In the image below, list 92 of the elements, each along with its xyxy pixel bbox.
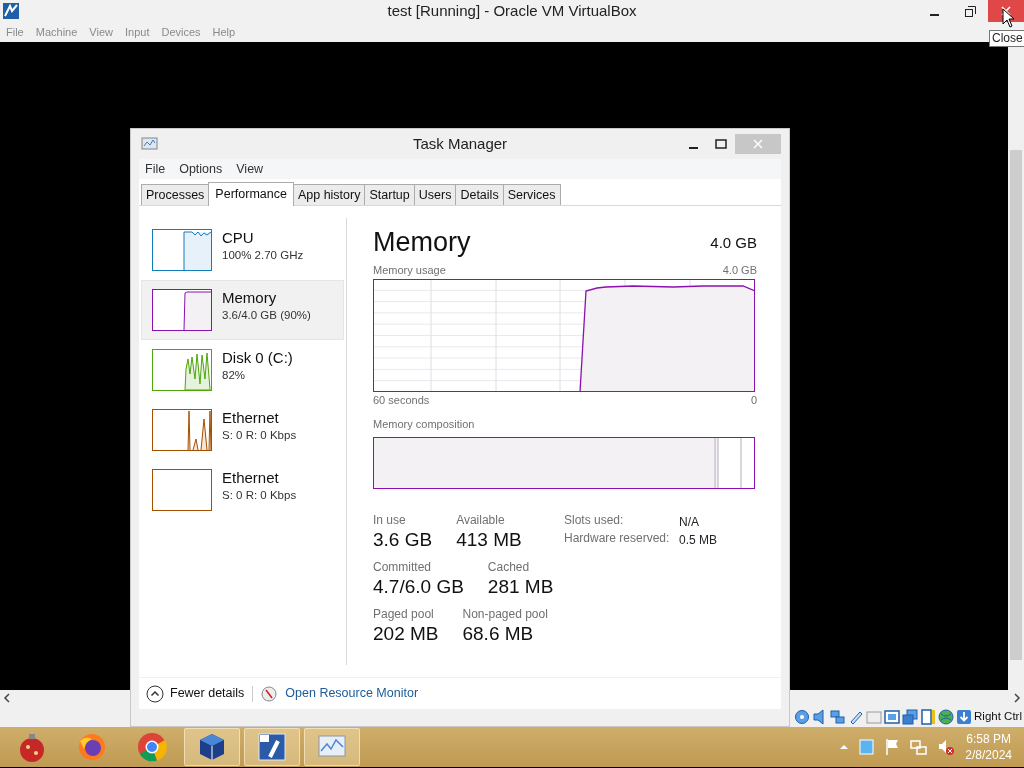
item-detail: 82% [222, 368, 247, 383]
fox-icon [76, 731, 108, 763]
fewer-details-button[interactable]: Fewer details [146, 684, 245, 703]
network-icon[interactable] [910, 738, 928, 756]
item-detail: S: 0 R: 0 Kbps [222, 488, 297, 503]
browser-icon [136, 731, 168, 763]
horizontal-scrollbar[interactable] [790, 690, 1024, 706]
menu-item[interactable]: Options [173, 159, 229, 179]
close-icon [753, 139, 763, 149]
stat-label: Paged pool [373, 606, 435, 622]
tab[interactable]: App history [292, 184, 366, 205]
info-value: N/A [679, 513, 699, 531]
scroll-right-icon[interactable] [1013, 693, 1021, 703]
stat-label: In use [373, 512, 407, 528]
menu-item[interactable]: View [230, 159, 270, 179]
sidebar-item[interactable]: CPU 100% 2.70 GHz [141, 220, 344, 280]
host-key-label: Right Ctrl [974, 708, 1022, 724]
stat-value: 413 MB [456, 527, 522, 552]
item-name: Ethernet [222, 409, 280, 427]
task-manager-icon [141, 136, 159, 152]
info-label: Slots used: [564, 512, 625, 529]
caret-icon[interactable] [839, 742, 850, 752]
gauge-icon [261, 685, 278, 702]
stat-value: 281 MB [487, 574, 554, 599]
graph-thumbnail [152, 469, 212, 511]
stat-value: 68.6 MB [462, 621, 535, 646]
sidebar-item[interactable]: Ethernet S: 0 R: 0 Kbps [141, 460, 344, 520]
chart-label: Memory usage [373, 263, 446, 278]
sidebar-item[interactable]: Ethernet S: 0 R: 0 Kbps [141, 400, 344, 460]
scroll-left-icon[interactable] [3, 693, 11, 703]
stat-label: Available [456, 512, 506, 528]
chart-max-label: 4.0 GB [722, 263, 757, 278]
tab[interactable]: Performance [208, 182, 294, 206]
stat-label: Non-paged pool [462, 606, 548, 622]
close-icon [1001, 6, 1011, 16]
item-name: Memory [222, 289, 278, 307]
item-detail: S: 0 R: 0 Kbps [222, 428, 297, 443]
disc-icon[interactable] [794, 708, 811, 725]
tab[interactable]: Processes [141, 184, 210, 205]
stat-value: 202 MB [373, 621, 439, 646]
muted-speaker-icon[interactable] [937, 738, 956, 756]
graph-thumbnail [152, 349, 212, 391]
flag-icon[interactable] [884, 738, 901, 756]
window-title: Task Manager [412, 133, 508, 154]
minimize-icon [929, 14, 939, 16]
info-value: 0.5 MB [679, 531, 717, 549]
graph-thumbnail [152, 229, 212, 271]
time-text: 6:58 PM [965, 731, 1012, 747]
collapse-icon [146, 684, 164, 703]
item-name: Ethernet [222, 469, 280, 487]
panel-title: Memory [373, 226, 471, 258]
taskbar-button[interactable] [244, 728, 300, 766]
minimize-icon [688, 147, 698, 149]
chip-icon[interactable] [920, 708, 937, 725]
tooltip: Close [989, 30, 1024, 47]
taskbar-button[interactable] [184, 728, 240, 766]
date-text: 2/8/2024 [965, 747, 1012, 763]
stat-label: Cached [487, 559, 531, 575]
download-icon[interactable] [956, 708, 973, 725]
tab[interactable]: Users [413, 184, 457, 205]
tab[interactable]: Details [455, 184, 504, 205]
graph-thumbnail [152, 409, 212, 451]
display-icon[interactable] [884, 708, 901, 725]
item-name: CPU [222, 229, 255, 247]
screens-icon[interactable] [902, 708, 919, 725]
info-label: Hardware reserved: [564, 530, 671, 547]
window-title: test [Running] - Oracle VM VirtualBox [387, 1, 637, 21]
item-detail: 100% 2.70 GHz [222, 248, 304, 263]
tab[interactable]: Startup [364, 184, 415, 205]
resource-monitor-link[interactable]: Open Resource Monitor [285, 684, 419, 703]
chart-label: Memory composition [373, 417, 476, 432]
axis-label: 60 seconds [373, 392, 430, 408]
stat-value: 4.7/6.0 GB [373, 574, 464, 599]
stat-value: 3.6 GB [373, 527, 433, 552]
axis-label: 0 [750, 392, 757, 408]
app-icon [2, 2, 20, 20]
app-icon [256, 731, 288, 763]
tab[interactable]: Services [502, 184, 561, 205]
total-memory: 4.0 GB [710, 232, 757, 253]
maximize-icon [715, 139, 727, 149]
stat-label: Committed [373, 559, 432, 575]
sidebar-item[interactable]: Disk 0 (C:) 82% [141, 340, 344, 400]
horizontal-scrollbar[interactable] [0, 690, 130, 706]
restore-icon [964, 5, 976, 17]
item-detail: 3.6/4.0 GB (90%) [222, 308, 311, 323]
globe-icon[interactable] [938, 708, 955, 725]
menu-item[interactable]: File [139, 159, 172, 179]
network-icon[interactable] [830, 708, 847, 725]
item-name: Disk 0 (C:) [222, 349, 293, 367]
graph-thumbnail [152, 289, 212, 331]
sidebar-item[interactable]: Memory 3.6/4.0 GB (90%) [141, 280, 344, 340]
cursor-icon [1002, 8, 1015, 28]
